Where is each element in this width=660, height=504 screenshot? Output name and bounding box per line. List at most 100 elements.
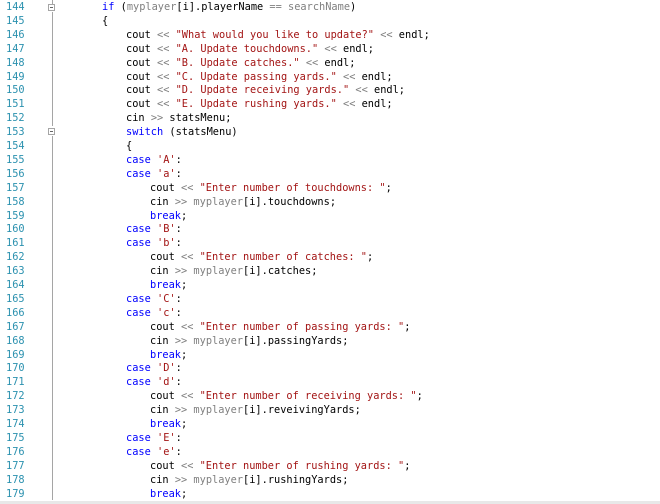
code-line[interactable]: 168 cin >> myplayer[i].passingYards; xyxy=(0,335,660,349)
code-text[interactable]: case 'b': xyxy=(126,237,182,251)
code-text[interactable]: cout << "Enter number of receiving yards… xyxy=(150,390,423,404)
code-text[interactable]: cout << "B. Update catches." << endl; xyxy=(126,57,355,71)
code-token: : xyxy=(175,445,182,458)
code-token: cout xyxy=(126,70,157,83)
code-line[interactable]: 148 cout << "B. Update catches." << endl; xyxy=(0,57,660,71)
code-line[interactable]: 158 cin >> myplayer[i].touchdowns; xyxy=(0,196,660,210)
code-text[interactable]: cin >> myplayer[i].rushingYards; xyxy=(150,474,348,488)
code-text[interactable]: { xyxy=(126,140,132,154)
code-text[interactable]: cout << "Enter number of catches: "; xyxy=(150,251,373,265)
code-text[interactable]: if (myplayer[i].playerName == searchName… xyxy=(102,1,356,15)
identifier-token: << xyxy=(324,42,337,55)
string-literal: "C. Update passing yards." xyxy=(175,70,337,83)
code-line[interactable]: 166 case 'c': xyxy=(0,307,660,321)
identifier-token: myplayer xyxy=(126,1,177,13)
code-text[interactable]: cin >> myplayer[i].catches; xyxy=(150,265,317,279)
code-text[interactable]: case 'C': xyxy=(126,293,182,307)
code-line[interactable]: 144 if (myplayer[i].playerName == searchN… xyxy=(0,1,660,15)
code-text[interactable]: cout << "D. Update receiving yards." << … xyxy=(126,84,405,98)
code-token: ( xyxy=(114,1,127,13)
code-text[interactable]: break; xyxy=(150,418,187,432)
code-line[interactable]: 171 case 'd': xyxy=(0,376,660,390)
code-line[interactable]: 153 switch (statsMenu) xyxy=(0,126,660,140)
code-line[interactable]: 147 cout << "A. Update touchdowns." << en… xyxy=(0,43,660,57)
code-line[interactable]: 176 case 'e': xyxy=(0,446,660,460)
code-token: cin xyxy=(150,404,175,417)
code-text[interactable]: break; xyxy=(150,349,187,363)
code-text[interactable]: case 'c': xyxy=(126,307,182,321)
char-literal: 'a' xyxy=(157,167,176,180)
code-line[interactable]: 145 { xyxy=(0,15,660,29)
code-text[interactable]: switch (statsMenu) xyxy=(126,126,238,140)
code-line[interactable]: 177 cout << "Enter number of rushing yard… xyxy=(0,460,660,474)
string-literal: "B. Update catches." xyxy=(175,56,300,69)
code-text[interactable]: case 'd': xyxy=(126,376,182,390)
code-line[interactable]: 163 cin >> myplayer[i].catches; xyxy=(0,265,660,279)
code-text[interactable]: case 'e': xyxy=(126,446,182,460)
code-line[interactable]: 152 cin >> statsMenu; xyxy=(0,112,660,126)
code-line[interactable]: 173 cin >> myplayer[i].reveivingYards; xyxy=(0,404,660,418)
code-token: : xyxy=(175,376,182,389)
code-text[interactable]: cout << "Enter number of rushing yards: … xyxy=(150,460,410,474)
keyword-token: case xyxy=(126,306,151,319)
code-text[interactable]: case 'A': xyxy=(126,154,182,168)
code-line[interactable]: 174 break; xyxy=(0,418,660,432)
code-text[interactable]: break; xyxy=(150,488,187,502)
code-line[interactable]: 149 cout << "C. Update passing yards." <<… xyxy=(0,71,660,85)
code-line[interactable]: 156 case 'a': xyxy=(0,168,660,182)
code-text[interactable]: cin >> myplayer[i].reveivingYards; xyxy=(150,404,361,418)
code-line[interactable]: 170 case 'D': xyxy=(0,362,660,376)
identifier-token: == xyxy=(269,1,282,13)
code-line[interactable]: 155 case 'A': xyxy=(0,154,660,168)
identifier-token: myplayer xyxy=(193,334,244,347)
code-token: ) xyxy=(350,1,357,13)
code-text[interactable]: break; xyxy=(150,279,187,293)
code-text[interactable]: cin >> myplayer[i].touchdowns; xyxy=(150,196,336,210)
code-line[interactable]: 157 cout << "Enter number of touchdowns: … xyxy=(0,182,660,196)
code-text[interactable]: case 'B': xyxy=(126,223,182,237)
code-token: cout xyxy=(150,320,181,333)
identifier-token: << xyxy=(157,28,170,41)
code-line[interactable]: 169 break; xyxy=(0,349,660,363)
code-text[interactable]: cout << "C. Update passing yards." << en… xyxy=(126,71,393,85)
code-line[interactable]: 178 cin >> myplayer[i].rushingYards; xyxy=(0,474,660,488)
code-text[interactable]: cout << "Enter number of passing yards: … xyxy=(150,321,410,335)
code-text[interactable]: case 'a': xyxy=(126,168,182,182)
code-line[interactable]: 172 cout << "Enter number of receiving ya… xyxy=(0,390,660,404)
identifier-token: << xyxy=(380,28,393,41)
code-line[interactable]: 179 break; xyxy=(0,488,660,502)
code-token: ; xyxy=(367,251,374,264)
code-editor[interactable]: 144 if (myplayer[i].playerName == searchN… xyxy=(0,0,660,504)
code-line[interactable]: 146 cout << "What would you like to updat… xyxy=(0,29,660,43)
keyword-token: break xyxy=(150,279,181,291)
code-text[interactable]: cout << "What would you like to update?"… xyxy=(126,29,430,43)
code-text[interactable]: case 'E': xyxy=(126,432,182,446)
code-text[interactable]: break; xyxy=(150,210,187,224)
code-line[interactable]: 159 break; xyxy=(0,210,660,224)
code-text[interactable]: cout << "E. Update rushing yards." << en… xyxy=(126,98,393,112)
code-line[interactable]: 160 case 'B': xyxy=(0,223,660,237)
code-text[interactable]: cout << "A. Update touchdowns." << endl; xyxy=(126,43,374,57)
code-line[interactable]: 162 cout << "Enter number of catches: "; xyxy=(0,251,660,265)
code-line[interactable]: 161 case 'b': xyxy=(0,237,660,251)
code-text[interactable]: cin >> myplayer[i].passingYards; xyxy=(150,335,348,349)
identifier-token: << xyxy=(181,459,194,472)
code-line[interactable]: 165 case 'C': xyxy=(0,293,660,307)
identifier-token: myplayer xyxy=(193,265,244,278)
code-token: endl; xyxy=(367,84,406,97)
code-text[interactable]: { xyxy=(102,15,108,29)
code-text[interactable]: case 'D': xyxy=(126,362,182,376)
code-line[interactable]: 164 break; xyxy=(0,279,660,293)
code-line[interactable]: 154 { xyxy=(0,140,660,154)
code-text[interactable]: cin >> statsMenu; xyxy=(126,112,231,126)
code-line[interactable]: 175 case 'E': xyxy=(0,432,660,446)
line-number: 148 xyxy=(6,56,25,69)
code-line[interactable]: 150 cout << "D. Update receiving yards." … xyxy=(0,84,660,98)
code-line[interactable]: 151 cout << "E. Update rushing yards." <<… xyxy=(0,98,660,112)
line-number: 175 xyxy=(6,431,25,444)
keyword-token: case xyxy=(126,445,151,458)
code-line[interactable]: 167 cout << "Enter number of passing yard… xyxy=(0,321,660,335)
code-text[interactable]: cout << "Enter number of touchdowns: "; xyxy=(150,182,392,196)
line-number: 170 xyxy=(6,362,25,375)
string-literal: "Enter number of touchdowns: " xyxy=(199,181,386,194)
